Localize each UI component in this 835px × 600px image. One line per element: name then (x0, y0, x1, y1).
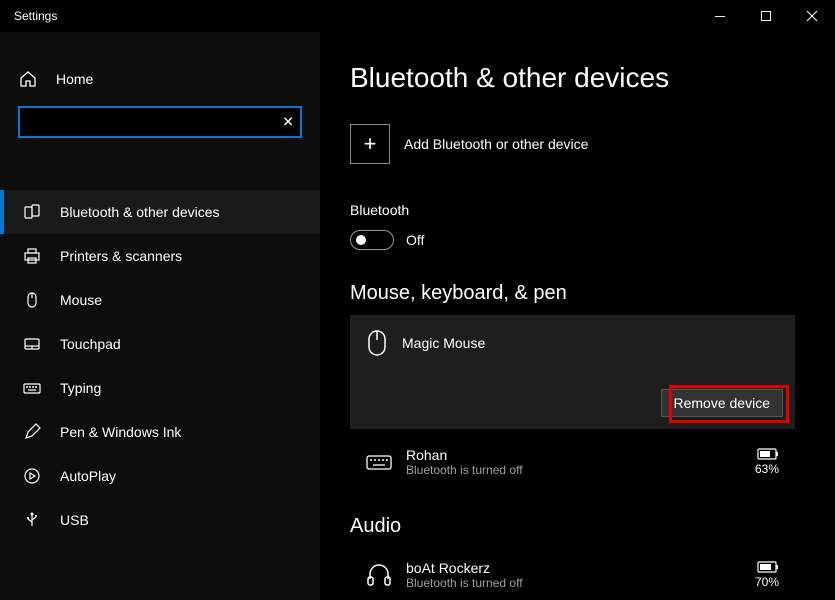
sidebar-item-label: Pen & Windows Ink (60, 424, 181, 440)
sidebar-item-label: USB (60, 512, 89, 528)
pen-icon (22, 423, 42, 441)
sidebar-item-label: Mouse (60, 292, 102, 308)
sidebar-item-pen[interactable]: Pen & Windows Ink (0, 410, 320, 454)
plus-icon: + (350, 124, 390, 164)
window-title: Settings (14, 9, 697, 23)
sidebar-item-typing[interactable]: Typing (0, 366, 320, 410)
section-audio-title: Audio (350, 515, 795, 538)
sidebar-item-label: Bluetooth & other devices (60, 204, 220, 220)
add-device-button[interactable]: + Add Bluetooth or other device (350, 124, 795, 164)
touchpad-icon (22, 335, 42, 353)
device-item-rohan[interactable]: Rohan Bluetooth is turned off 63% (350, 435, 795, 489)
sidebar-home[interactable]: Home (0, 60, 320, 98)
device-name: boAt Rockerz (406, 560, 741, 576)
usb-icon (22, 511, 42, 529)
keyboard-icon (22, 379, 42, 397)
minimize-button[interactable] (697, 0, 743, 32)
mouse-device-icon (366, 329, 388, 357)
sidebar-item-usb[interactable]: USB (0, 498, 320, 542)
bluetooth-toggle[interactable] (350, 230, 394, 250)
device-item-magic-mouse[interactable]: Magic Mouse Remove device (350, 315, 795, 429)
sidebar-item-label: Typing (60, 380, 101, 396)
section-mouse-title: Mouse, keyboard, & pen (350, 282, 795, 305)
keyboard-device-icon (366, 453, 392, 471)
sidebar-item-bluetooth[interactable]: Bluetooth & other devices (0, 190, 320, 234)
add-device-label: Add Bluetooth or other device (404, 136, 588, 152)
search-clear-icon[interactable]: ✕ (282, 114, 294, 131)
bluetooth-state: Off (406, 232, 424, 248)
sidebar-item-label: Printers & scanners (60, 248, 182, 264)
bluetooth-label: Bluetooth (350, 202, 795, 218)
sidebar-home-label: Home (56, 71, 93, 87)
search-input[interactable] (18, 106, 302, 138)
sidebar: Home ✕ Bluetooth & other devices Printer… (0, 32, 320, 600)
device-name: Rohan (406, 447, 741, 463)
sidebar-item-label: AutoPlay (60, 468, 116, 484)
mouse-icon (22, 291, 42, 309)
content-pane: Bluetooth & other devices + Add Bluetoot… (320, 32, 835, 600)
headphones-icon (366, 562, 392, 588)
battery-icon (757, 561, 779, 573)
window-controls (697, 0, 835, 32)
page-title: Bluetooth & other devices (350, 62, 795, 94)
close-button[interactable] (789, 0, 835, 32)
sidebar-item-mouse[interactable]: Mouse (0, 278, 320, 322)
device-item-boat[interactable]: boAt Rockerz Bluetooth is turned off 70% (350, 548, 795, 600)
device-status: Bluetooth is turned off (406, 576, 741, 590)
bluetooth-devices-icon (22, 203, 42, 221)
battery-percent: 63% (755, 462, 779, 476)
device-name: Magic Mouse (402, 335, 485, 351)
battery-icon (757, 448, 779, 460)
search-box: ✕ (18, 106, 302, 138)
sidebar-item-touchpad[interactable]: Touchpad (0, 322, 320, 366)
printer-icon (22, 247, 42, 265)
sidebar-item-autoplay[interactable]: AutoPlay (0, 454, 320, 498)
maximize-button[interactable] (743, 0, 789, 32)
autoplay-icon (22, 467, 42, 485)
sidebar-item-label: Touchpad (60, 336, 121, 352)
home-icon (18, 70, 38, 88)
sidebar-item-printers[interactable]: Printers & scanners (0, 234, 320, 278)
battery-percent: 70% (755, 575, 779, 589)
titlebar: Settings (0, 0, 835, 32)
remove-device-button[interactable]: Remove device (661, 389, 784, 417)
device-status: Bluetooth is turned off (406, 463, 741, 477)
